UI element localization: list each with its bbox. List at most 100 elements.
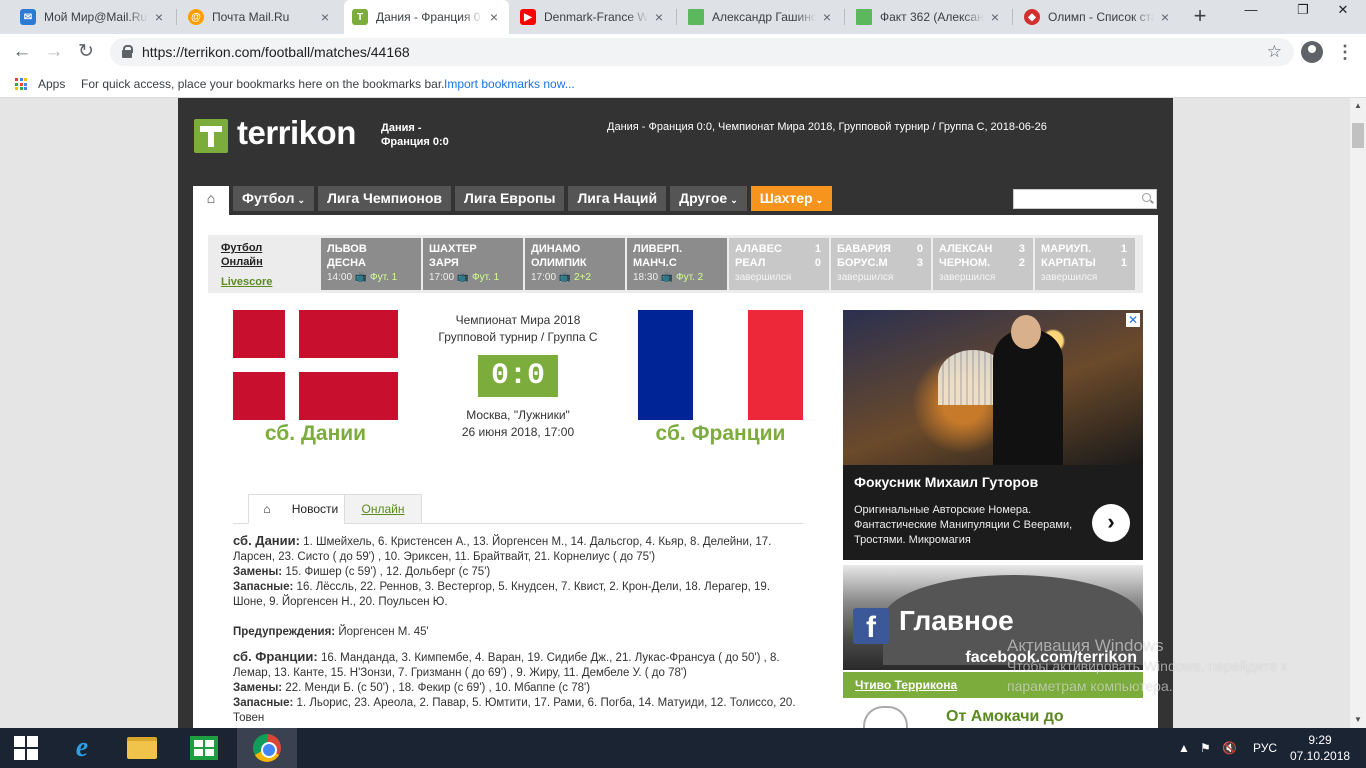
scroll-down-icon[interactable]: ▼ (1350, 712, 1366, 728)
away-team-name[interactable]: сб. Франции (638, 422, 803, 446)
tab-online[interactable]: Онлайн (344, 494, 422, 524)
finished-match-card[interactable]: АЛЕКСАН 3 ЧЕРНОМ. 2 завершился (933, 238, 1033, 290)
reload-icon[interactable]: ↻ (72, 38, 100, 66)
ad-title[interactable]: Фокусник Михаил Гуторов (854, 474, 1038, 490)
tab-pochta[interactable]: @ Почта Mail.Ru × (180, 0, 340, 34)
system-clock[interactable]: 9:29 07.10.2018 (1290, 732, 1350, 764)
article-teaser[interactable]: От Амокачи до (843, 700, 1143, 728)
team-2: ОЛИМПИК (531, 257, 587, 269)
tv-icon: 📺 (660, 272, 674, 283)
finished-match-card[interactable]: АЛАВЕС 1 РЕАЛ 0 завершился (729, 238, 829, 290)
lock-icon[interactable] (122, 45, 133, 58)
menu-item-europa-league[interactable]: Лига Европы (455, 186, 565, 211)
menu-item-shakhtar[interactable]: Шахтер ⌄ (750, 186, 833, 211)
live-match-card[interactable]: ЛИВЕРП. МАНЧ.С 18:30 📺 Фут. 2 (627, 238, 727, 290)
account-icon[interactable] (1301, 41, 1323, 63)
close-icon[interactable]: × (318, 9, 332, 25)
denmark-flag[interactable] (233, 310, 398, 420)
taskbar-explorer[interactable] (112, 728, 172, 768)
menu-item-champions-league[interactable]: Лига Чемпионов (318, 186, 452, 211)
bookmark-star-icon[interactable]: ☆ (1267, 38, 1282, 66)
flag-icon[interactable]: ⚑ (1200, 728, 1211, 768)
import-bookmarks-link[interactable]: Import bookmarks now... (444, 70, 575, 98)
finished-match-card[interactable]: БАВАРИЯ 0 БОРУС.М 3 завершился (831, 238, 931, 290)
tab-online-link[interactable]: Онлайн (362, 502, 405, 516)
terrikon-logo-icon[interactable] (194, 119, 228, 153)
team-1: ЛЬВОВ (327, 243, 367, 255)
live-match-card[interactable]: ЛЬВОВ ДЕСНА 14:00 📺 Фут. 1 (321, 238, 421, 290)
language-indicator[interactable]: РУС (1253, 728, 1277, 768)
close-icon[interactable]: × (652, 9, 666, 25)
tray-expand-icon[interactable]: ▲ (1178, 728, 1190, 768)
tab-moi-mir[interactable]: ✉ Мой Мир@Mail.Ru × (12, 0, 174, 34)
chtivo-link[interactable]: Чтиво Терриконa (855, 678, 957, 692)
article-title[interactable]: От Амокачи до (946, 708, 1064, 726)
apps-link[interactable]: Apps (38, 70, 65, 98)
close-icon[interactable]: × (820, 9, 834, 25)
store-icon (190, 736, 218, 760)
taskbar-chrome[interactable] (237, 728, 297, 768)
menu-item-other[interactable]: Другое ⌄ (670, 186, 747, 211)
ad-description: Оригинальные Авторские Номера. Фантастич… (854, 504, 1073, 546)
chevron-right-icon[interactable]: › (1092, 504, 1130, 542)
livescore-link[interactable]: Livescore (221, 275, 291, 289)
lineup-starting: 1. Шмейхель, 6. Кристенсен А., 13. Йорге… (233, 536, 772, 563)
match-status: завершился (735, 272, 792, 283)
finished-match-card[interactable]: МАРИУП. 1 КАРПАТЫ 1 завершился (1035, 238, 1135, 290)
tab-fakt[interactable]: Факт 362 (Александр × (848, 0, 1010, 34)
page-scrollbar[interactable]: ▲ ▼ (1350, 98, 1366, 728)
team-2: РЕАЛ (735, 257, 766, 269)
menu-label: Футбол (242, 190, 295, 206)
close-icon[interactable]: × (487, 9, 501, 25)
tab-youtube[interactable]: ▶ Denmark-France World Cup × (512, 0, 674, 34)
close-window-icon[interactable]: ✕ (1320, 0, 1366, 22)
home-team-name[interactable]: сб. Дании (233, 422, 398, 446)
tab-news[interactable]: Новости (285, 494, 345, 524)
scroll-up-icon[interactable]: ▲ (1350, 98, 1366, 114)
site-logo-text[interactable]: terrikon (237, 114, 356, 152)
address-bar[interactable]: https://terrikon.com/football/matches/44… (110, 38, 1294, 66)
ad-close-icon[interactable]: ✕ (1126, 313, 1140, 327)
score-1: 0 (916, 243, 923, 255)
team-2: ЧЕРНОМ. (939, 257, 991, 269)
performer-head (1011, 315, 1041, 349)
venue-info: Москва, "Лужники" 26 июня 2018, 17:00 (428, 407, 608, 441)
live-match-card[interactable]: ШАХТЕР ЗАРЯ 17:00 📺 Фут. 1 (423, 238, 523, 290)
forward-icon[interactable]: → (40, 38, 68, 66)
taskbar-store[interactable] (174, 728, 234, 768)
watermark-line: Активация Windows (1007, 636, 1164, 655)
scroll-thumb[interactable] (1352, 123, 1364, 148)
ad-banner-magician[interactable]: ✕ Фокусник Михаил Гуторов Оригинальные А… (843, 310, 1143, 560)
volume-muted-icon[interactable]: 🔇 (1222, 728, 1237, 768)
france-flag[interactable] (638, 310, 803, 420)
minimize-icon[interactable]: — (1228, 0, 1274, 22)
back-icon[interactable]: ← (8, 38, 36, 66)
search-icon[interactable] (1142, 193, 1151, 202)
subs-label: Замены: (233, 682, 283, 694)
menu-item-football[interactable]: Футбол ⌄ (233, 186, 315, 211)
site-search (1013, 189, 1157, 209)
taskbar-ie[interactable]: e (52, 728, 112, 768)
new-tab-button[interactable]: + (1188, 4, 1212, 28)
close-icon[interactable]: × (1158, 9, 1172, 25)
home-button[interactable]: ⌂ (193, 186, 229, 215)
tab-terrikon[interactable]: T Дания - Франция 0:0, Чемпионат Мира × (344, 0, 509, 34)
live-match-card[interactable]: ДИНАМО ОЛИМПИК 17:00 📺 2+2 (525, 238, 625, 290)
start-button[interactable] (0, 728, 52, 768)
football-online-link[interactable]: Футбол Онлайн (221, 241, 291, 269)
tab-olimp[interactable]: ◆ Олимп - Список ставок × (1016, 0, 1180, 34)
menu-item-nations-league[interactable]: Лига Наций (568, 186, 667, 211)
apps-grid-icon[interactable] (15, 78, 27, 90)
close-icon[interactable]: × (988, 9, 1002, 25)
bookmarks-hint: For quick access, place your bookmarks h… (81, 77, 445, 91)
tab-separator (676, 9, 677, 25)
team-2: БОРУС.М (837, 257, 888, 269)
tab-home[interactable]: ⌂ (248, 494, 286, 524)
tab-gashinsky[interactable]: Александр Гашинский × (680, 0, 842, 34)
team-1: ШАХТЕР (429, 243, 477, 255)
score-1: 1 (814, 243, 821, 255)
more-menu-icon[interactable]: ⋮ (1333, 38, 1357, 66)
close-icon[interactable]: × (152, 9, 166, 25)
search-input[interactable] (1014, 191, 1134, 209)
url-text[interactable]: https://terrikon.com/football/matches/44… (142, 38, 410, 66)
